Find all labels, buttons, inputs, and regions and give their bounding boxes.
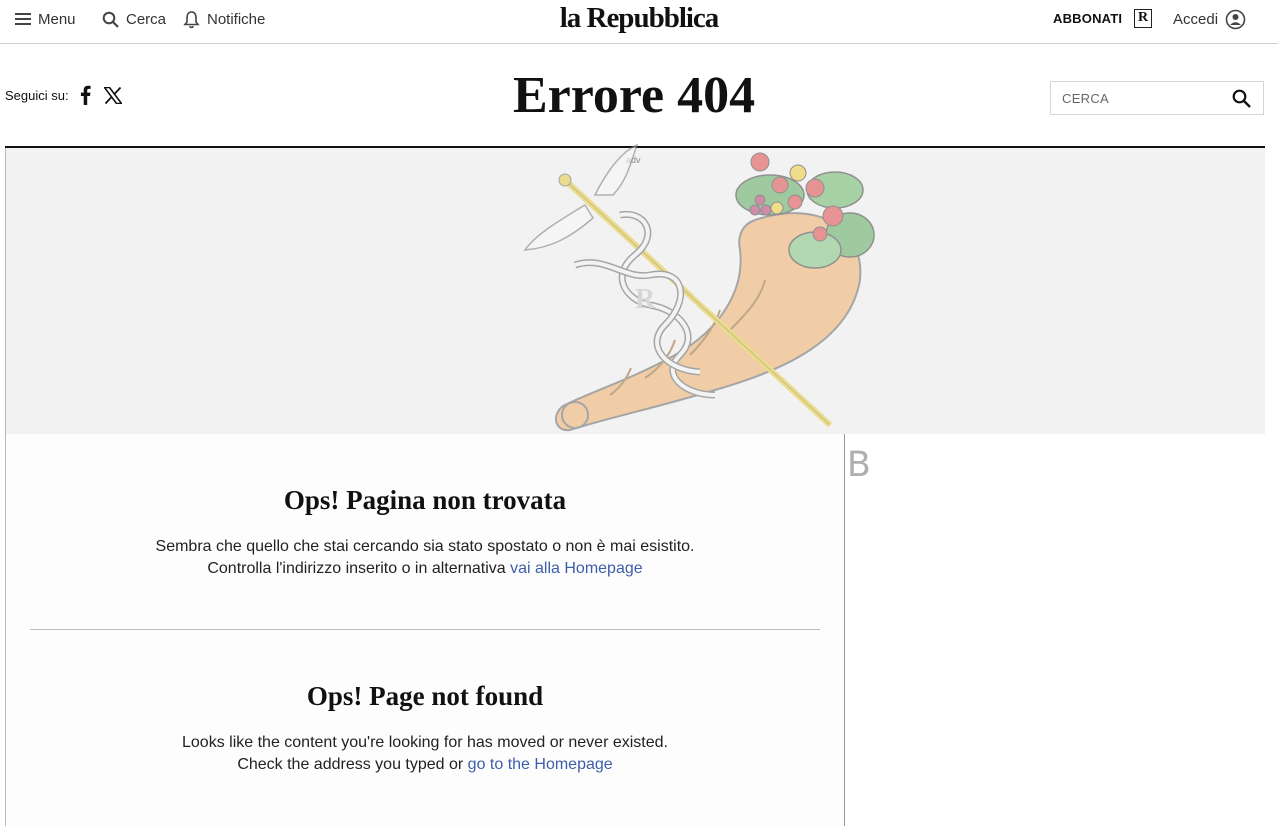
english-error-message: Looks like the content you're looking fo… bbox=[6, 732, 844, 776]
search-submit-button[interactable] bbox=[1232, 89, 1251, 113]
subscribe-link[interactable]: ABBONATI bbox=[1053, 11, 1122, 26]
search-icon bbox=[1232, 89, 1251, 108]
italian-line-2-text: Controlla l'indirizzo inserito o in alte… bbox=[207, 560, 506, 577]
italian-line-2: Controlla l'indirizzo inserito o in alte… bbox=[6, 558, 844, 580]
cornucopia-caduceus-illustration: R bbox=[523, 143, 875, 432]
italian-homepage-link[interactable]: vai alla Homepage bbox=[510, 560, 643, 577]
top-bar: Menu Cerca Notifiche la Repubblica ABBON… bbox=[0, 0, 1278, 44]
section-divider bbox=[30, 629, 820, 630]
login-button[interactable]: Accedi bbox=[1173, 0, 1246, 38]
italian-error-message: Sembra che quello che stai cercando sia … bbox=[6, 536, 844, 580]
search-input[interactable] bbox=[1051, 82, 1232, 114]
content-border-right bbox=[844, 434, 845, 826]
english-line-2-text: Check the address you typed or bbox=[237, 756, 464, 773]
english-error-title: Ops! Page not found bbox=[306, 681, 544, 711]
r-badge-icon[interactable]: R bbox=[1134, 9, 1152, 28]
english-line-1: Looks like the content you're looking fo… bbox=[182, 734, 668, 751]
svg-text:R: R bbox=[635, 284, 656, 315]
user-icon bbox=[1225, 9, 1246, 29]
login-label: Accedi bbox=[1173, 10, 1219, 28]
italian-error-title: Ops! Pagina non trovata bbox=[283, 485, 567, 515]
search-box bbox=[1050, 81, 1264, 115]
english-homepage-link[interactable]: go to the Homepage bbox=[468, 756, 613, 773]
italian-line-1: Sembra che quello che stai cercando sia … bbox=[155, 538, 695, 555]
english-line-2: Check the address you typed or go to the… bbox=[6, 754, 844, 776]
